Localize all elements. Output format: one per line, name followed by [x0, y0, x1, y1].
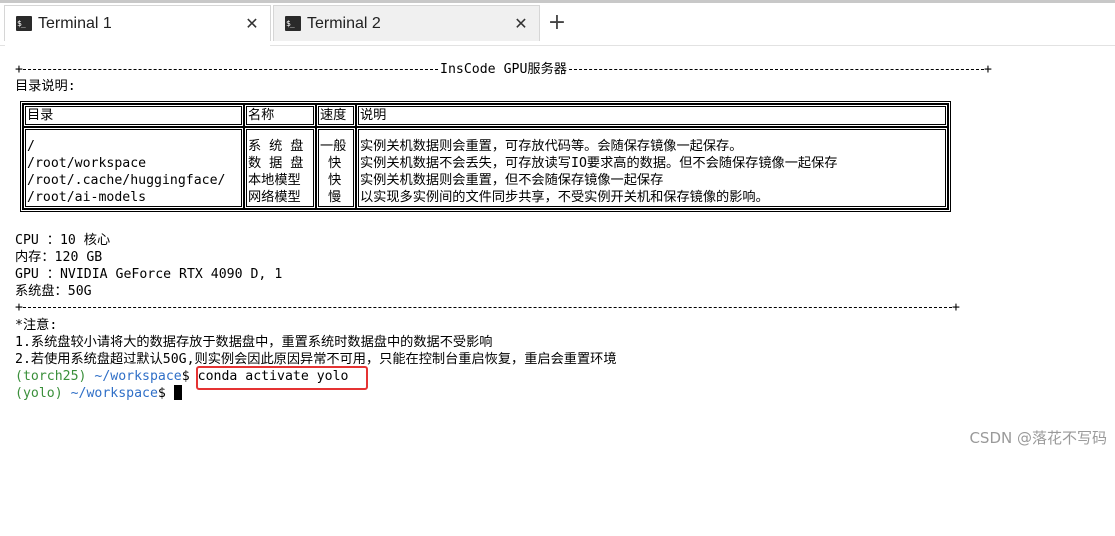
close-icon[interactable]: ✕	[511, 14, 531, 34]
note-heading: *注意:	[15, 318, 58, 333]
terminal-output[interactable]: + InsCode GPU服务器 + 目录说明: 目录 名称 速度 说明 / /r…	[15, 60, 1115, 456]
prompt-env: (torch25)	[15, 369, 87, 384]
table-cell: /root/ai-models	[27, 190, 147, 205]
tab-terminal-2[interactable]: $_ Terminal 2 ✕	[273, 5, 540, 41]
table-cell: /root/workspace	[27, 156, 147, 171]
spec-cpu: CPU ：10 核心	[15, 233, 111, 248]
table-cell: 数 据 盘	[248, 156, 304, 171]
table-header-cell: 说明	[356, 104, 948, 127]
table-header-row: 目录 名称 速度 说明	[23, 104, 948, 127]
tab-label: Terminal 1	[38, 14, 112, 32]
table-cell: 快	[320, 173, 350, 188]
window-top-border	[0, 0, 1115, 3]
tab-bar: $_ Terminal 1 ✕ $_ Terminal 2 ✕ +	[0, 0, 1115, 46]
spec-gpu: GPU ：NVIDIA GeForce RTX 4090 D, 1	[15, 267, 283, 282]
table-cell: 一般	[320, 139, 347, 154]
table-header-cell: 速度	[316, 104, 356, 127]
table-cell: 实例关机数据不会丢失，可存放读写IO要求高的数据。但不会随保存镜像一起保存	[360, 156, 838, 171]
directory-table: 目录 名称 速度 说明 / /root/workspace/root/.cache…	[20, 101, 951, 212]
table-cell: 本地模型	[248, 173, 301, 188]
note-line: 1.系统盘较小请将大的数据存放于数据盘中，重置系统时数据盘中的数据不受影响	[15, 335, 493, 350]
table-cell: 以实现多实例间的文件同步共享，不受实例开关机和保存镜像的影响。	[360, 190, 769, 205]
command-highlight-box	[196, 366, 368, 390]
prompt-dir: ~/workspace	[86, 369, 182, 384]
table-cell: 实例关机数据则会重置，可存放代码等。会随保存镜像一起保存。	[360, 139, 743, 154]
table-cell: 快	[320, 156, 350, 171]
text-cursor	[173, 385, 182, 400]
table-header-cell: 名称	[244, 104, 316, 127]
table-header-cell: 目录	[23, 104, 244, 127]
banner-title: InsCode GPU服务器	[440, 62, 567, 77]
watermark: CSDN @落花不写码	[969, 429, 1107, 447]
table-cell: 实例关机数据则会重置，但不会随保存镜像一起保存	[360, 173, 664, 188]
terminal-icon: $_	[285, 16, 301, 31]
tab-label: Terminal 2	[307, 14, 381, 32]
close-icon[interactable]: ✕	[242, 14, 262, 34]
tab-terminal-1[interactable]: $_ Terminal 1 ✕	[4, 5, 271, 41]
terminal-icon: $_	[16, 16, 32, 31]
banner-bottom-rule: + +	[15, 300, 960, 315]
table-cell: /root/.cache/huggingface/	[27, 173, 226, 188]
prompt-symbol: $	[181, 369, 190, 384]
banner-top-rule: + InsCode GPU服务器 +	[15, 62, 992, 77]
new-tab-button[interactable]: +	[543, 8, 571, 36]
prompt-env: (yolo)	[15, 386, 63, 401]
prompt-line: (yolo) ~/workspace$	[15, 385, 182, 402]
table-cell: 网络模型	[248, 190, 301, 205]
table-cell: /	[27, 139, 35, 154]
spec-memory: 内存：120 GB	[15, 250, 103, 265]
table-cell: 慢	[320, 190, 350, 205]
dir-heading: 目录说明:	[15, 79, 76, 94]
table-cell: 系 统 盘	[248, 139, 304, 154]
command-input[interactable]	[166, 386, 174, 401]
spec-system-disk: 系统盘：50G	[15, 284, 92, 299]
prompt-symbol: $	[157, 386, 166, 401]
table-row: / /root/workspace/root/.cache/huggingface…	[23, 127, 948, 209]
prompt-dir: ~/workspace	[62, 386, 158, 401]
